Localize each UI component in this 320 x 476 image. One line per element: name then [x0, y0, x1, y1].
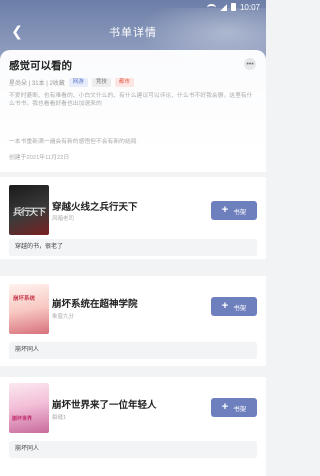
- tag-badge[interactable]: 都市: [114, 78, 134, 87]
- book-cover[interactable]: 崩坏世界: [9, 383, 49, 433]
- plus-icon: +: [221, 204, 229, 216]
- book-author: 裂缝1: [52, 415, 67, 421]
- booklist-meta-row: 星尚朵 | 31本 | 2收藏 网游 竞技 都市: [9, 78, 257, 87]
- battery-icon: [230, 3, 236, 11]
- status-time: 10:07: [239, 2, 260, 12]
- book-item[interactable]: 崩坏系统 崩坏系统在超神学院 象窗九分 + 书架 崩坏同人: [0, 276, 266, 366]
- booklist-meta: 星尚朵 | 31本 | 2收藏: [9, 81, 65, 87]
- book-cover[interactable]: 兵行天下: [9, 185, 49, 235]
- signal-icon: [219, 3, 227, 11]
- book-author: 风暗老司: [52, 216, 75, 222]
- page-title: 书单详情: [109, 27, 157, 39]
- chevron-left-icon: ❮: [11, 22, 23, 39]
- book-author: 象窗九分: [52, 314, 75, 320]
- more-icon[interactable]: •••: [244, 58, 256, 70]
- book-comment: 崩坏同人: [9, 342, 257, 359]
- created-date: 创建于2021年11月22日: [9, 155, 70, 161]
- book-title[interactable]: 崩坏世界来了一位年轻人: [52, 397, 157, 411]
- book-comment: 穿越的书，很老了: [9, 239, 257, 256]
- add-to-shelf-button[interactable]: + 书架: [211, 297, 257, 316]
- book-item[interactable]: 崩坏世界 崩坏世界来了一位年轻人 裂缝1 + 书架 崩坏同人: [0, 377, 266, 476]
- wifi-icon: [206, 3, 216, 11]
- add-to-shelf-button[interactable]: + 书架: [211, 398, 257, 417]
- book-comment: 崩坏同人: [9, 441, 257, 458]
- plus-icon: +: [221, 401, 229, 413]
- booklist-description: 不爱时菱断、也有难看的、小白文什么的、有什么建议可以评论、什么书不好我会删，这里…: [9, 93, 253, 107]
- book-title[interactable]: 穿越火线之兵行天下: [52, 199, 138, 213]
- status-bar: 10:07: [0, 0, 266, 14]
- booklist-name: 感觉可以看的: [9, 60, 72, 72]
- booklist-note: 一本书重新满一遍会有新的感悟但不会有新的结局.: [9, 139, 139, 145]
- back-button[interactable]: ❮: [8, 22, 26, 40]
- book-cover[interactable]: 崩坏系统: [9, 284, 49, 334]
- booklist-info-card: 感觉可以看的 ••• 星尚朵 | 31本 | 2收藏 网游 竞技 都市 不爱时菱…: [0, 50, 266, 172]
- plus-icon: +: [221, 300, 229, 312]
- tag-badge[interactable]: 网游: [68, 78, 88, 87]
- nav-bar: ❮ 书单详情: [0, 20, 266, 44]
- add-to-shelf-button[interactable]: + 书架: [211, 201, 257, 220]
- tag-badge[interactable]: 竞技: [91, 78, 111, 87]
- book-title[interactable]: 崩坏系统在超神学院: [52, 296, 138, 310]
- book-item[interactable]: 兵行天下 穿越火线之兵行天下 风暗老司 + 书架 穿越的书，很老了: [0, 177, 266, 259]
